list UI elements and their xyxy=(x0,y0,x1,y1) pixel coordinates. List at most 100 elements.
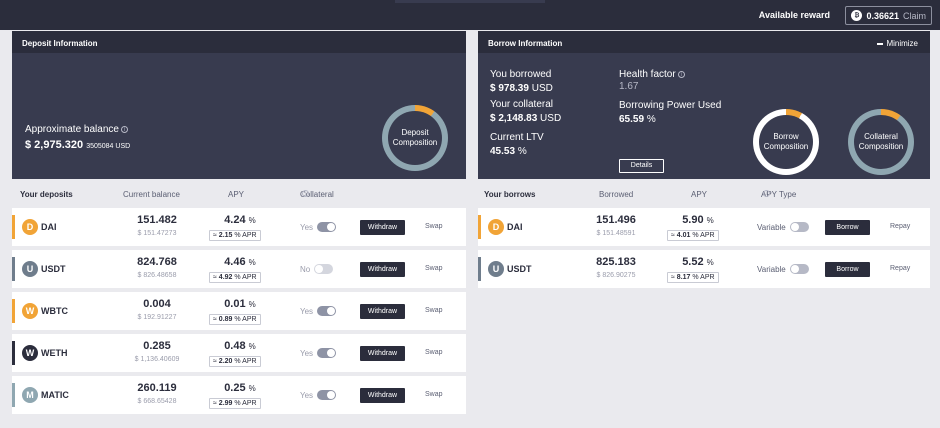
apy-type-toggle-cell: Variable xyxy=(757,264,809,274)
available-reward-label: Available reward xyxy=(758,10,830,20)
borrow-button[interactable]: Borrow xyxy=(825,220,870,235)
your-collateral-value-row: $ 2,148.83 USD xyxy=(490,113,561,124)
deposit-balance: 151.482 xyxy=(137,214,177,226)
apr-value: 2.99 xyxy=(218,400,233,407)
apy-type-toggle[interactable] xyxy=(789,222,809,232)
minimize-button[interactable]: Minimize xyxy=(877,39,918,48)
row-accent-bar xyxy=(12,299,15,323)
reward-value: 0.36621 xyxy=(866,10,899,21)
you-borrowed-value-row: $ 978.39 USD xyxy=(490,83,553,94)
collateral-toggle[interactable] xyxy=(317,306,337,316)
withdraw-button[interactable]: Withdraw xyxy=(360,346,405,361)
collateral-state-label: Yes xyxy=(300,306,314,316)
current-ltv-value-row: 45.53 % xyxy=(490,146,527,157)
your-deposits-header: Your deposits xyxy=(20,190,73,199)
percent-sign: % xyxy=(248,384,256,393)
collateral-toggle-cell: Yes xyxy=(300,306,337,316)
collateral-toggle-cell: Yes xyxy=(300,222,337,232)
collateral-composition-donut[interactable]: Collateral Composition xyxy=(848,109,914,175)
claim-reward-button[interactable]: ₿ 0.36621 Claim xyxy=(845,6,932,25)
apy-value-row: 0.48 % xyxy=(210,340,270,352)
borrow-button[interactable]: Borrow xyxy=(825,262,870,277)
withdraw-button[interactable]: Withdraw xyxy=(360,388,405,403)
apy-type-toggle[interactable] xyxy=(789,264,809,274)
deposit-information-panel: Deposit Information Approximate balance i… xyxy=(12,31,466,179)
apy-value: 4.24 xyxy=(224,214,246,226)
current-balance-header: Current balance xyxy=(123,190,180,199)
info-icon[interactable]: i xyxy=(120,125,128,133)
row-accent-bar xyxy=(478,257,481,281)
collateral-state-label: Yes xyxy=(300,348,314,358)
withdraw-button[interactable]: Withdraw xyxy=(360,220,405,235)
borrowed-amount: 151.496 xyxy=(596,214,636,226)
apr-label: APR xyxy=(242,400,257,407)
borrow-information-panel: Borrow Information Minimize You borrowed… xyxy=(478,31,930,179)
deposit-balance-usd: $ 668.65428 xyxy=(137,398,177,405)
your-collateral-label: Your collateral xyxy=(490,99,554,110)
deposit-row: W WETH 0.285 $ 1,136.40609 0.48 % ≈ 2.20… xyxy=(12,334,466,372)
borrowed-header: Borrowed xyxy=(599,190,634,199)
deposit-composition-label: Deposit Composition xyxy=(388,111,442,165)
deposit-balance: 824.768 xyxy=(137,256,177,268)
borrowing-power-label: Borrowing Power Used xyxy=(619,100,722,111)
collateral-composition-label: Collateral Composition xyxy=(854,115,908,169)
swap-link[interactable]: Swap xyxy=(425,265,443,272)
row-accent-bar xyxy=(12,383,15,407)
percent-sign: % xyxy=(234,232,241,239)
swap-link[interactable]: Swap xyxy=(425,223,443,230)
collateral-toggle[interactable] xyxy=(317,222,337,232)
claim-label: Claim xyxy=(902,10,926,21)
asset-symbol: DAI xyxy=(507,222,523,232)
borrowing-power-unit: % xyxy=(646,114,656,125)
withdraw-button[interactable]: Withdraw xyxy=(360,262,405,277)
info-icon[interactable]: i xyxy=(763,190,770,197)
collateral-toggle-cell: Yes xyxy=(300,390,337,400)
collateral-state-label: No xyxy=(300,264,311,274)
deposit-row: D DAI 151.482 $ 151.47273 4.24 % ≈ 2.15 … xyxy=(12,208,466,246)
borrowed-amount-usd: $ 826.90275 xyxy=(596,272,636,279)
deposit-balance: 0.285 xyxy=(143,340,171,352)
apy-value-row: 0.01 % xyxy=(210,298,270,310)
deposit-composition-donut[interactable]: Deposit Composition xyxy=(382,105,448,171)
row-accent-bar xyxy=(12,215,15,239)
you-borrowed-unit: USD xyxy=(531,83,553,94)
weth-icon: W xyxy=(22,345,38,361)
current-ltv-label: Current LTV xyxy=(490,132,544,143)
details-button[interactable]: Details xyxy=(619,159,664,173)
apr-value: 8.17 xyxy=(676,274,691,281)
collateral-toggle[interactable] xyxy=(314,264,334,274)
collateral-state-label: Yes xyxy=(300,222,314,232)
apr-label: APR xyxy=(242,232,257,239)
your-borrows-header: Your borrows xyxy=(484,190,536,199)
collateral-toggle[interactable] xyxy=(317,390,337,400)
repay-link[interactable]: Repay xyxy=(890,223,910,230)
deposit-row: W WBTC 0.004 $ 192.91227 0.01 % ≈ 0.89 %… xyxy=(12,292,466,330)
row-accent-bar xyxy=(12,341,15,365)
swap-link[interactable]: Swap xyxy=(425,307,443,314)
percent-sign: % xyxy=(234,274,241,281)
borrow-row: U USDT 825.183 $ 826.90275 5.52 % ≈ 8.17… xyxy=(478,250,930,288)
asset-symbol: USDT xyxy=(41,264,66,274)
apy-value: 5.52 xyxy=(682,256,704,268)
apr-label: APR xyxy=(242,316,257,323)
percent-sign: % xyxy=(234,358,241,365)
swap-link[interactable]: Swap xyxy=(425,349,443,356)
info-icon[interactable]: i xyxy=(677,70,685,78)
apy-value: 4.46 xyxy=(224,256,246,268)
withdraw-button[interactable]: Withdraw xyxy=(360,304,405,319)
borrow-composition-donut[interactable]: Borrow Composition xyxy=(753,109,819,175)
dai-icon: D xyxy=(22,219,38,235)
usdt-icon: U xyxy=(488,261,504,277)
deposit-information-body: Approximate balance i $ 2,975.320 3505084… xyxy=(12,53,466,179)
apy-value: 0.25 xyxy=(224,382,246,394)
swap-link[interactable]: Swap xyxy=(425,391,443,398)
apy-value-row: 4.24 % xyxy=(210,214,270,226)
percent-sign: % xyxy=(692,232,699,239)
repay-link[interactable]: Repay xyxy=(890,265,910,272)
apr-label: APR xyxy=(242,274,257,281)
collateral-toggle[interactable] xyxy=(317,348,337,358)
deposit-balance-usd: $ 151.47273 xyxy=(137,230,177,237)
info-icon[interactable]: i xyxy=(302,190,309,197)
apy-type-toggle-cell: Variable xyxy=(757,222,809,232)
deposit-balance-usd: $ 1,136.40609 xyxy=(134,356,180,363)
